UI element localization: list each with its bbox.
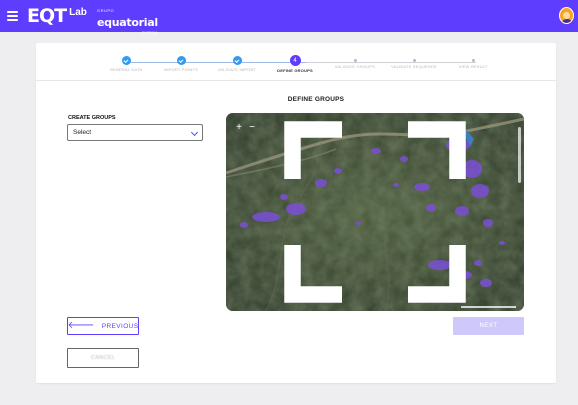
groups-map[interactable]: + −	[226, 113, 524, 311]
cancel-label: CANCEL	[90, 355, 116, 361]
avatar-face-icon	[563, 12, 570, 19]
arrow-left-icon: 🡐	[67, 320, 95, 331]
step-label: VIEW RESULT	[458, 64, 488, 69]
step-label: DEFINE GROUPS	[277, 68, 313, 73]
fullscreen-icon[interactable]	[226, 113, 524, 311]
brand-main: EQT	[27, 5, 67, 27]
step-done-icon	[121, 56, 131, 65]
create-groups-select[interactable]: Select	[67, 124, 203, 141]
step-label: VALIDATE SEQUENCE	[391, 64, 437, 69]
step-validate-sequence: VALIDATE SEQUENCE	[382, 56, 446, 70]
next-button[interactable]: NEXT	[453, 317, 524, 335]
map-scrollbar[interactable]	[518, 127, 521, 183]
brand-sup: Lab	[69, 7, 87, 18]
avatar-body-icon	[561, 19, 573, 23]
partner-small: GRUPO	[97, 8, 115, 13]
step-import-points: IMPORT POINTS	[149, 56, 213, 73]
select-value: Select	[73, 129, 92, 136]
step-label: VALIDATE IMPORT	[217, 67, 257, 72]
map-scale-bar	[461, 306, 516, 308]
next-label: NEXT	[479, 323, 498, 329]
step-validate-import: VALIDATE IMPORT	[205, 56, 269, 73]
wizard-card: GENERAL DATA IMPORT POINTS VALIDATE IMPO…	[36, 43, 556, 383]
step-pending-icon	[353, 59, 357, 62]
step-pending-icon	[412, 59, 416, 62]
step-number-badge: 4	[289, 55, 301, 66]
page-title: DEFINE GROUPS	[287, 96, 345, 103]
step-done-icon	[232, 56, 242, 65]
chevron-down-icon	[190, 128, 199, 137]
step-pending-icon	[471, 59, 475, 62]
step-validate-groups: VALIDATE GROUPS	[323, 56, 387, 70]
step-done-icon	[176, 56, 186, 65]
partner-sub: ENERGIA	[142, 31, 158, 35]
partner-name: equatorial	[97, 16, 158, 29]
previous-label: PREVIOUS	[101, 322, 139, 330]
step-label: VALIDATE GROUPS	[334, 64, 376, 69]
user-avatar[interactable]	[559, 7, 574, 24]
menu-icon[interactable]	[7, 11, 18, 21]
step-view-result: VIEW RESULT	[441, 56, 505, 70]
equatorial-logo: GRUPO equatorial ENERGIA	[97, 8, 158, 35]
eqt-lab-logo: EQT Lab	[27, 6, 87, 26]
cancel-button[interactable]: CANCEL	[67, 348, 139, 368]
wizard-stepper: GENERAL DATA IMPORT POINTS VALIDATE IMPO…	[36, 43, 556, 81]
step-label: IMPORT POINTS	[163, 67, 198, 72]
step-define-groups: 4 DEFINE GROUPS	[263, 55, 327, 74]
top-app-bar: EQT Lab GRUPO equatorial ENERGIA	[0, 0, 578, 35]
create-groups-label: CREATE GROUPS	[68, 115, 116, 121]
previous-button[interactable]: 🡐 PREVIOUS	[67, 317, 139, 335]
